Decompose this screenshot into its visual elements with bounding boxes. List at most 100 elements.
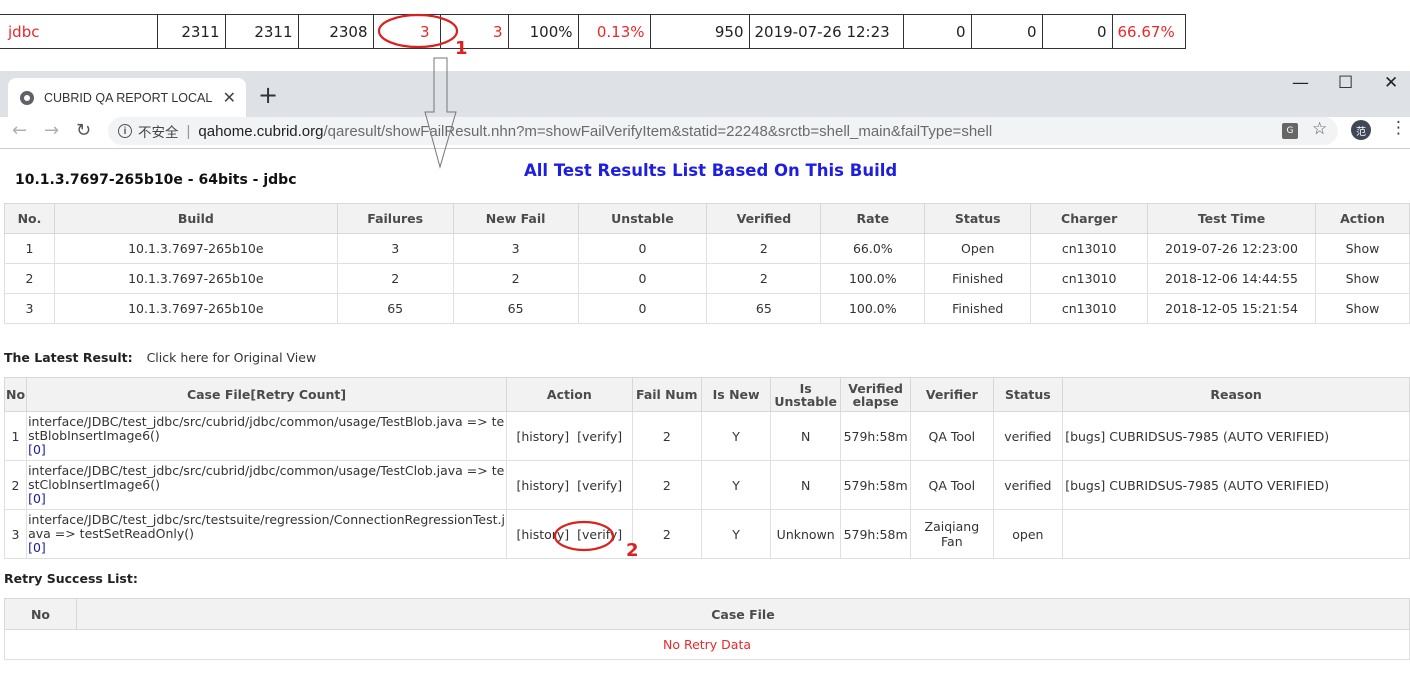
case-file-line: ava => testSetReadOnly()	[28, 526, 194, 541]
summary-cell: 2308	[297, 14, 373, 49]
globe-icon	[20, 90, 34, 105]
table-cell: 2	[452, 263, 579, 294]
history-link[interactable]: [history]	[516, 527, 569, 542]
history-link[interactable]: [history]	[516, 478, 569, 493]
annotation-label-2: 2	[626, 540, 639, 561]
header-line: elapse	[852, 393, 899, 409]
col-header: Failures	[336, 203, 454, 234]
table-row: 1 interface/JDBC/test_jdbc/src/cubrid/jdb…	[3, 411, 1410, 461]
col-header: Status	[924, 203, 1032, 234]
show-link[interactable]: Show	[1314, 293, 1410, 324]
table-cell: 66.0%	[820, 233, 926, 264]
table-row: 3 interface/JDBC/test_jdbc/src/testsuite/…	[3, 509, 1410, 559]
translate-icon[interactable]: G	[1282, 123, 1298, 139]
latest-result-label: The Latest Result:	[4, 350, 133, 365]
close-tab-icon[interactable]: ✕	[223, 88, 236, 107]
summary-cell: 0	[902, 14, 971, 49]
action-cell: [history] [verify]	[505, 509, 633, 559]
summary-cell-name: jdbc	[0, 14, 157, 49]
fail-num: 2	[631, 460, 702, 510]
reload-icon[interactable]: ↻	[76, 120, 91, 141]
minimize-icon[interactable]: —	[1292, 73, 1309, 93]
table-cell: 65	[706, 293, 822, 324]
table-cell: cn13010	[1030, 293, 1149, 324]
retry-count-link[interactable]: [0]	[28, 442, 46, 457]
is-unstable: N	[770, 460, 842, 510]
table-cell: Finished	[924, 293, 1032, 324]
table-cell: 2018-12-06 14:44:55	[1147, 263, 1316, 294]
verify-link[interactable]: [verify]	[577, 527, 622, 542]
retry-count-link[interactable]: [0]	[28, 491, 46, 506]
retry-title: Retry Success List:	[4, 571, 138, 586]
address-bar[interactable]: i 不安全 | qahome.cubrid.org /qaresult/show…	[108, 117, 1338, 145]
history-link[interactable]: [history]	[516, 429, 569, 444]
insecure-label[interactable]: 不安全	[138, 121, 179, 141]
info-icon[interactable]: i	[118, 124, 132, 138]
table-cell: 2	[706, 263, 822, 294]
row-number: 2	[3, 460, 28, 510]
summary-cell: 950	[649, 14, 749, 49]
fail-num: 2	[631, 509, 702, 559]
back-arrow-icon[interactable]: ←	[12, 120, 27, 141]
summary-cell-date: 2019-07-26 12:23	[748, 14, 903, 49]
col-header: Charger	[1030, 203, 1149, 234]
retry-count-link[interactable]: [0]	[28, 540, 46, 555]
case-file-line: interface/JDBC/test_jdbc/src/cubrid/jdbc…	[28, 463, 505, 478]
original-view-link[interactable]: Click here for Original View	[147, 350, 317, 365]
status: verified	[992, 411, 1064, 461]
table-cell: cn13010	[1030, 263, 1149, 294]
table-cell: 2018-12-05 15:21:54	[1147, 293, 1316, 324]
table-row: 1 10.1.3.7697-265b10e 3 3 0 2 66.0% Open cn13010…	[4, 233, 1410, 264]
separator: |	[186, 122, 191, 140]
col-header: Rate	[820, 203, 926, 234]
menu-kebab-icon[interactable]: ⋮	[1390, 118, 1407, 138]
table-cell: 0	[577, 293, 708, 324]
summary-cell: 0	[1041, 14, 1112, 49]
retry-table: No Case File No Retry Data	[4, 598, 1410, 660]
show-link[interactable]: Show	[1314, 233, 1410, 264]
summary-cell: 66.67%	[1111, 14, 1186, 49]
window-close-icon[interactable]: ✕	[1384, 73, 1398, 93]
show-link[interactable]: Show	[1314, 263, 1410, 294]
summary-cell-newfail[interactable]: 3	[439, 14, 508, 49]
summary-cell: 0.13%	[577, 14, 650, 49]
col-header: No.	[4, 203, 55, 234]
cases-table: No Case File[Retry Count] Action Fail Nu…	[3, 377, 1410, 559]
header-line: Unstable	[774, 393, 837, 409]
status: verified	[992, 460, 1064, 510]
verify-link[interactable]: [verify]	[577, 429, 622, 444]
summary-cell: 0	[970, 14, 1042, 49]
table-cell: 10.1.3.7697-265b10e	[53, 233, 338, 264]
table-cell: 3	[4, 293, 55, 324]
browser-toolbar: ← → ↻ i 不安全 | qahome.cubrid.org /qaresul…	[0, 117, 1410, 149]
table-cell: 100.0%	[820, 263, 926, 294]
table-cell: 0	[577, 263, 708, 294]
tab-strip: CUBRID QA REPORT LOCAL ✕ + — ☐ ✕	[0, 71, 1410, 117]
is-new: Y	[700, 460, 772, 510]
action-cell: [history] [verify]	[505, 460, 633, 510]
col-header: Is New	[700, 377, 772, 412]
bookmark-star-icon[interactable]: ☆	[1312, 119, 1327, 139]
profile-avatar[interactable]: 范	[1351, 120, 1371, 140]
summary-cell: 2311	[156, 14, 225, 49]
row-number: 1	[3, 411, 28, 461]
is-new: Y	[700, 411, 772, 461]
new-tab-button[interactable]: +	[258, 81, 278, 109]
col-header: New Fail	[452, 203, 579, 234]
is-unstable: N	[770, 411, 842, 461]
col-header: Reason	[1062, 377, 1410, 412]
summary-cell-fail[interactable]: 3	[372, 14, 440, 49]
col-header: Unstable	[577, 203, 708, 234]
table-row: 2 interface/JDBC/test_jdbc/src/cubrid/jdb…	[3, 460, 1410, 510]
case-file-line: interface/JDBC/test_jdbc/src/testsuite/r…	[28, 512, 505, 527]
browser-tab[interactable]: CUBRID QA REPORT LOCAL ✕	[8, 78, 246, 117]
table-cell: 2019-07-26 12:23:00	[1147, 233, 1316, 264]
maximize-icon[interactable]: ☐	[1338, 73, 1353, 93]
summary-row: jdbc 2311 2311 2308 3 3 100% 0.13% 950 2…	[0, 14, 1186, 49]
reason: [bugs] CUBRIDSUS-7985 (AUTO VERIFIED)	[1062, 411, 1410, 461]
col-header-unstable: Is Unstable	[770, 377, 842, 412]
col-header: Status	[992, 377, 1064, 412]
table-cell: 1	[4, 233, 55, 264]
verify-link[interactable]: [verify]	[577, 478, 622, 493]
forward-arrow-icon[interactable]: →	[44, 120, 59, 141]
